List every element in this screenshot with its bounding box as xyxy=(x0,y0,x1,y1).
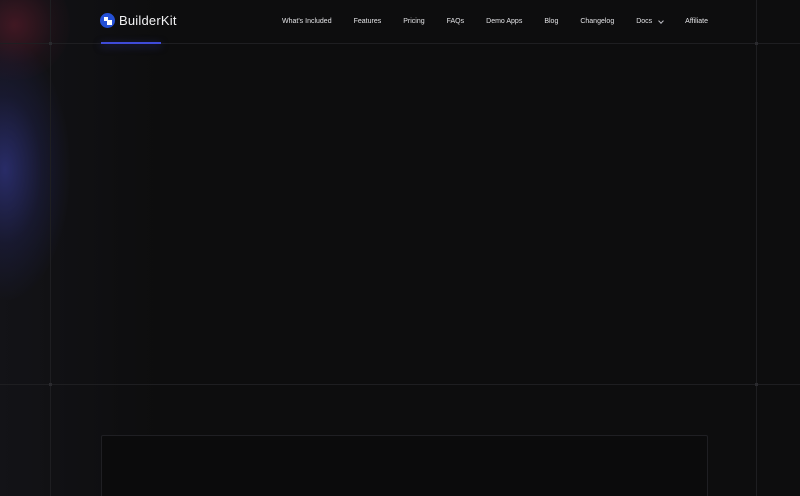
builderkit-logo-icon xyxy=(100,13,115,28)
nav-item-docs-dropdown[interactable]: Docs xyxy=(636,17,665,25)
grid-line-vertical-left xyxy=(50,0,51,496)
nav-item-whats-included[interactable]: What's Included xyxy=(282,18,332,25)
main-nav: What's Included Features Pricing FAQs De… xyxy=(282,0,708,43)
ambient-blue-glow xyxy=(0,40,70,300)
nav-item-faqs[interactable]: FAQs xyxy=(447,18,465,25)
grid-intersection-marker xyxy=(49,383,52,386)
active-indicator xyxy=(101,42,161,44)
brand-logo-link[interactable]: BuilderKit xyxy=(100,13,177,28)
nav-item-docs-label: Docs xyxy=(636,18,653,25)
nav-item-pricing[interactable]: Pricing xyxy=(403,18,424,25)
nav-item-demo-apps[interactable]: Demo Apps xyxy=(486,18,522,25)
grid-line-vertical-right xyxy=(756,0,757,496)
nav-item-blog[interactable]: Blog xyxy=(544,18,558,25)
nav-item-changelog[interactable]: Changelog xyxy=(580,18,614,25)
ambient-side-shade xyxy=(0,0,160,496)
page: BuilderKit What's Included Features Pric… xyxy=(0,0,800,496)
grid-line-section-bottom xyxy=(0,384,800,385)
content-card-preview xyxy=(101,435,708,496)
grid-intersection-marker xyxy=(755,383,758,386)
nav-item-features[interactable]: Features xyxy=(354,18,382,25)
chevron-down-icon xyxy=(658,17,665,24)
site-header: BuilderKit What's Included Features Pric… xyxy=(0,0,800,44)
nav-item-affiliate[interactable]: Affiliate xyxy=(685,18,708,25)
brand-name: BuilderKit xyxy=(119,13,177,28)
